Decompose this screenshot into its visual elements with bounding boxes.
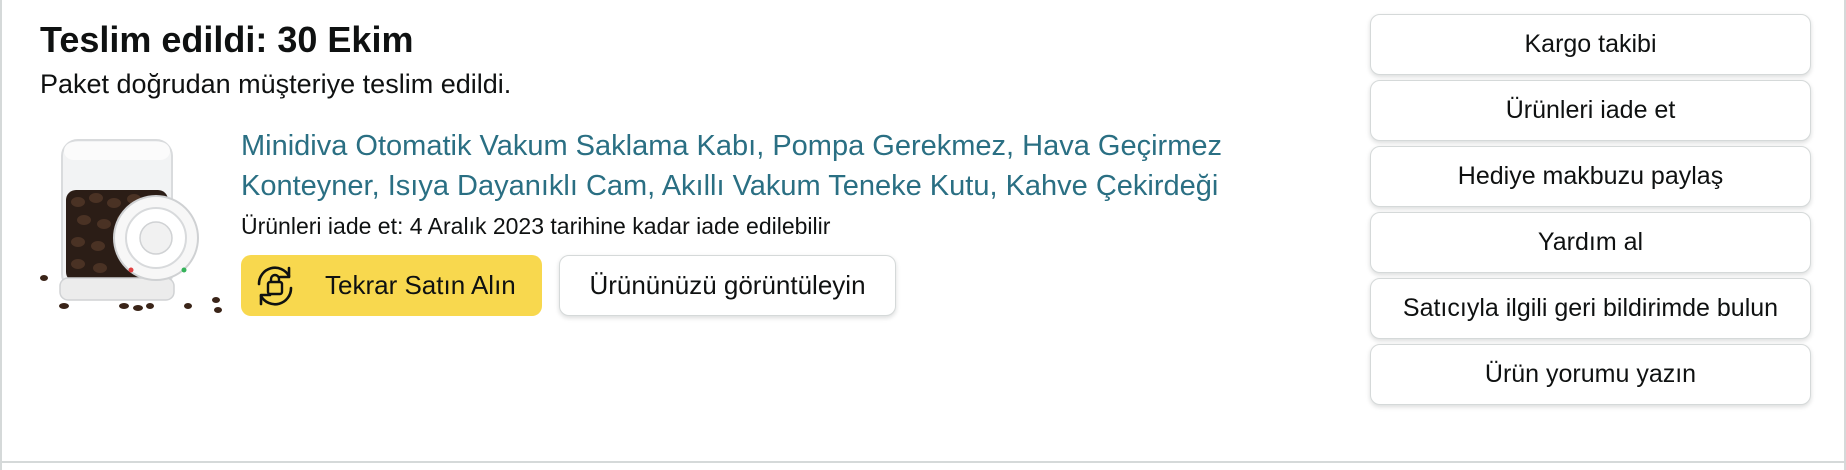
delivery-status-subtitle: Paket doğrudan müşteriye teslim edildi. <box>40 69 512 99</box>
order-card: Teslim edildi: 30 Ekim Paket doğrudan mü… <box>0 0 1846 470</box>
coffee-container-icon <box>40 139 222 313</box>
product-title-line-2[interactable]: Konteyner, Isıya Dayanıklı Cam, Akıllı V… <box>241 166 1241 206</box>
delivery-status-title: Teslim edildi: 30 Ekim <box>40 19 414 60</box>
card-divider <box>2 461 1846 463</box>
buy-again-button[interactable]: Tekrar Satın Alın <box>241 255 542 316</box>
write-review-button[interactable]: Ürün yorumu yazın <box>1370 344 1811 405</box>
track-package-button[interactable]: Kargo takibi <box>1370 14 1811 75</box>
return-items-button[interactable]: Ürünleri iade et <box>1370 80 1811 141</box>
product-title-link[interactable]: Minidiva Otomatik Vakum Saklama Kabı, Po… <box>241 126 1241 206</box>
product-title-line-1[interactable]: Minidiva Otomatik Vakum Saklama Kabı, Po… <box>241 126 1241 166</box>
get-help-button[interactable]: Yardım al <box>1370 212 1811 273</box>
buy-again-label: Tekrar Satın Alın <box>325 270 516 300</box>
seller-feedback-button[interactable]: Satıcıyla ilgili geri bildirimde bulun <box>1370 278 1811 339</box>
view-item-button[interactable]: Ürününüzü görüntüleyin <box>559 255 896 316</box>
share-gift-receipt-button[interactable]: Hediye makbuzu paylaş <box>1370 146 1811 207</box>
return-eligibility-text: Ürünleri iade et: 4 Aralık 2023 tarihine… <box>241 213 831 239</box>
reorder-cycle-icon <box>247 258 303 314</box>
product-image[interactable] <box>38 128 226 314</box>
